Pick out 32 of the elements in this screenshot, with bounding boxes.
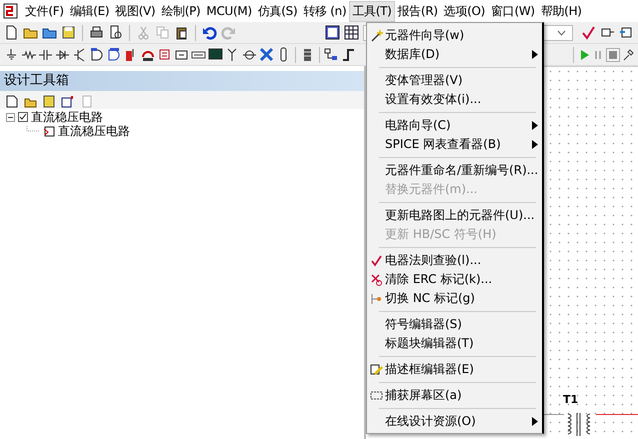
menu-item[interactable]: 窗口(W) [488, 0, 538, 22]
menu-item[interactable]: 元器件向导(w) [367, 26, 542, 45]
menu-item[interactable]: 帮助(H) [538, 0, 585, 22]
tree-item[interactable]: 直流稳压电路 [58, 124, 130, 138]
menu-item[interactable]: 选项(O) [440, 0, 488, 22]
menu-item[interactable]: 设置有效变体(i)... [367, 90, 542, 109]
tree-item[interactable]: 直流稳压电路 [31, 110, 103, 124]
menu-item[interactable]: 在线设计资源(O) [367, 412, 542, 431]
menu-item[interactable]: 清除 ERC 标记(k)... [367, 270, 542, 289]
menu-item[interactable]: 绘制(P) [158, 0, 204, 22]
menu-item[interactable]: 电路向导(C) [367, 116, 542, 135]
menu-item[interactable]: 切换 NC 标记(g) [367, 289, 542, 308]
menu-item[interactable]: 标题块编辑器(T) [367, 334, 542, 353]
menu-item[interactable]: 符号编辑器(S) [367, 315, 542, 334]
menu-item[interactable]: 文件(F) [22, 0, 67, 22]
panel-title: 设计工具箱 [0, 71, 364, 91]
menu-item[interactable]: 变体管理器(V) [367, 71, 542, 90]
menu-item[interactable]: 转移 (n) [300, 0, 350, 22]
menu-item[interactable]: 描述框编辑器(E) [367, 360, 542, 379]
menu-item[interactable]: 数据库(D) [367, 45, 542, 64]
menu-item[interactable]: 元器件重命名/重新编号(R)... [367, 161, 542, 180]
menu-item[interactable]: 视图(V) [112, 0, 158, 22]
menu-item[interactable]: 编辑(E) [66, 0, 112, 22]
menu-item[interactable]: 报告(R) [394, 0, 441, 22]
menu-item[interactable]: SPICE 网表查看器(B) [367, 135, 542, 154]
menu-item[interactable]: 仿真(S) [254, 0, 300, 22]
menu-item[interactable]: 电器法则查验(l)... [367, 251, 542, 270]
menu-item[interactable]: 更新电路图上的元器件(U)... [367, 206, 542, 225]
menu-item[interactable]: MCU(M) [203, 2, 255, 20]
component-label: T1 [563, 393, 578, 406]
menu-item[interactable]: 捕获屏幕区(a) [367, 386, 542, 405]
menu-item[interactable]: 工具(T) [349, 0, 395, 22]
